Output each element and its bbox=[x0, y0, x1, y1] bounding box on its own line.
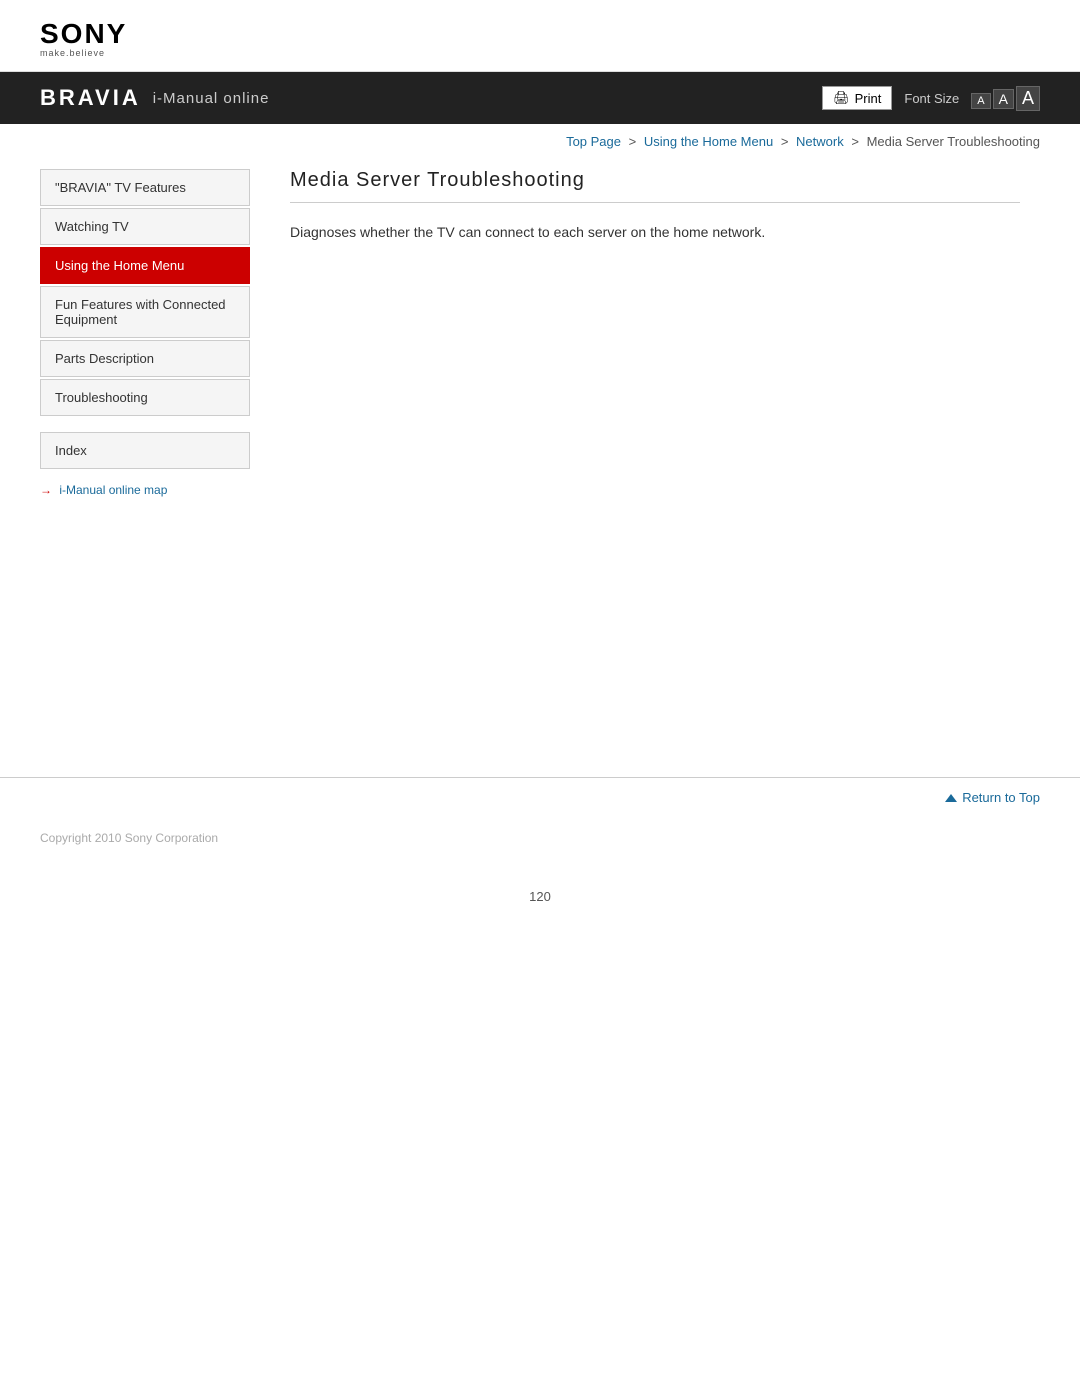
font-size-label: Font Size bbox=[904, 91, 959, 106]
page-title: Media Server Troubleshooting bbox=[290, 169, 1020, 203]
font-small-button[interactable]: A bbox=[971, 93, 990, 109]
breadcrumb-sep-2: > bbox=[781, 134, 789, 149]
nav-right-controls: 🖨 Print Font Size A A A bbox=[822, 86, 1040, 111]
sidebar-item-watching-tv[interactable]: Watching TV bbox=[40, 208, 250, 245]
return-to-top-bar: Return to Top bbox=[0, 777, 1080, 817]
return-to-top-link[interactable]: Return to Top bbox=[945, 790, 1040, 805]
sidebar-item-using-home-menu[interactable]: Using the Home Menu bbox=[40, 247, 250, 284]
footer: Copyright 2010 Sony Corporation bbox=[0, 817, 1080, 859]
bravia-title-group: BRAVIA i-Manual online bbox=[40, 85, 269, 111]
top-nav-bar: BRAVIA i-Manual online 🖨 Print Font Size… bbox=[0, 72, 1080, 124]
breadcrumb-home-menu[interactable]: Using the Home Menu bbox=[644, 134, 773, 149]
breadcrumb-current: Media Server Troubleshooting bbox=[867, 134, 1040, 149]
font-medium-button[interactable]: A bbox=[993, 89, 1014, 109]
page-number: 120 bbox=[0, 859, 1080, 924]
print-icon: 🖨 bbox=[833, 90, 850, 106]
sidebar: "BRAVIA" TV Features Watching TV Using t… bbox=[40, 149, 260, 497]
sony-brand-text: SONY bbox=[40, 18, 127, 49]
sidebar-item-parts-description[interactable]: Parts Description bbox=[40, 340, 250, 377]
content-body: Diagnoses whether the TV can connect to … bbox=[290, 221, 1020, 243]
font-size-controls: A A A bbox=[971, 86, 1040, 111]
sony-tagline: make.believe bbox=[40, 48, 127, 58]
breadcrumb-network[interactable]: Network bbox=[796, 134, 844, 149]
logo-area: SONY make.believe bbox=[0, 0, 1080, 72]
return-top-label: Return to Top bbox=[962, 790, 1040, 805]
breadcrumb-top-page[interactable]: Top Page bbox=[566, 134, 621, 149]
copyright-text: Copyright 2010 Sony Corporation bbox=[40, 831, 218, 845]
breadcrumb: Top Page > Using the Home Menu > Network… bbox=[0, 124, 1080, 149]
sony-logo: SONY make.believe bbox=[40, 18, 127, 58]
print-label: Print bbox=[855, 91, 882, 106]
main-wrapper: "BRAVIA" TV Features Watching TV Using t… bbox=[0, 149, 1080, 497]
bravia-logo-text: BRAVIA bbox=[40, 85, 141, 111]
arrow-right-icon: → bbox=[40, 483, 52, 497]
sidebar-item-fun-features[interactable]: Fun Features with Connected Equipment bbox=[40, 286, 250, 338]
sidebar-item-bravia-tv-features[interactable]: "BRAVIA" TV Features bbox=[40, 169, 250, 206]
triangle-up-icon bbox=[945, 794, 957, 802]
imanual-map-link[interactable]: → i-Manual online map bbox=[40, 483, 250, 497]
main-content: Media Server Troubleshooting Diagnoses w… bbox=[260, 149, 1040, 497]
imanual-label: i-Manual online bbox=[153, 90, 270, 107]
print-button[interactable]: 🖨 Print bbox=[822, 86, 892, 110]
breadcrumb-sep-1: > bbox=[629, 134, 637, 149]
sidebar-item-troubleshooting[interactable]: Troubleshooting bbox=[40, 379, 250, 416]
font-large-button[interactable]: A bbox=[1016, 86, 1040, 111]
sidebar-item-index[interactable]: Index bbox=[40, 432, 250, 469]
breadcrumb-sep-3: > bbox=[851, 134, 859, 149]
